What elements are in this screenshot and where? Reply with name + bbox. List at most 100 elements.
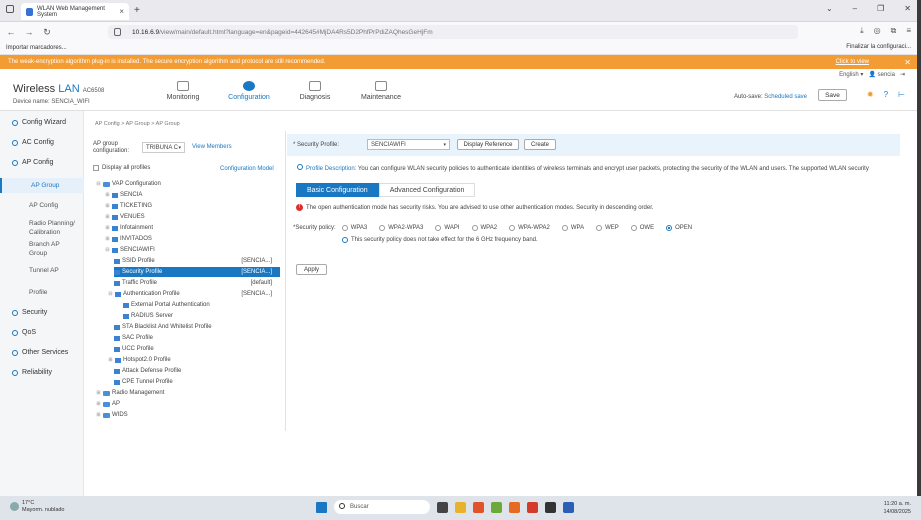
terminal-icon[interactable]	[545, 501, 556, 513]
apply-button[interactable]: Apply	[296, 264, 327, 275]
tab-advanced-configuration[interactable]: Advanced Configuration	[378, 183, 476, 197]
alarm-icon[interactable]: ✹	[867, 90, 874, 99]
clock[interactable]: 11:20 a. m. 14/08/2025	[883, 500, 911, 516]
bookmark-import[interactable]: Importar marcadores...	[6, 45, 67, 51]
radio-wapi[interactable]: WAPI	[435, 225, 460, 231]
windows-start-icon[interactable]	[316, 501, 327, 513]
close-warning-icon[interactable]: ✕	[904, 58, 911, 67]
firefox-icon[interactable]	[509, 501, 520, 513]
sidebar-sub-branch-ap-group[interactable]: Branch AP Group	[0, 240, 70, 258]
radio-wep[interactable]: WEP	[596, 225, 619, 231]
tree-node[interactable]: ⊟ VAP Configuration	[96, 179, 160, 189]
tree-node[interactable]: RADIUS Server	[123, 311, 173, 321]
radio-button-selected[interactable]	[666, 225, 673, 231]
app-icon[interactable]	[527, 501, 538, 513]
sidebar-sub-tunnel-ap[interactable]: Tunnel AP	[0, 266, 84, 275]
radio-owe[interactable]: OWE	[630, 225, 654, 231]
radio-button[interactable]	[509, 225, 516, 231]
save-button[interactable]: Save	[818, 89, 847, 101]
close-tab-icon[interactable]: ×	[119, 7, 124, 16]
radio-button[interactable]	[435, 225, 442, 231]
sidebar-item-reliability[interactable]: Reliability	[0, 369, 84, 376]
tree-node[interactable]: ⊞ WIDS	[96, 410, 127, 420]
tree-node[interactable]: ⊞ VENUES	[105, 212, 144, 222]
sidebar-item-qos[interactable]: QoS	[0, 329, 84, 336]
bookmark-finish-setup[interactable]: Finalizar la configuraci...	[846, 44, 911, 50]
extensions-icon[interactable]: ⧉	[891, 26, 897, 36]
autosave-value[interactable]: Scheduled save	[764, 94, 807, 100]
profile-select[interactable]: SENCIAWIFI ▾	[367, 139, 450, 150]
tree-node[interactable]: SSID Profile [SENCIA...]	[114, 256, 280, 266]
account-icon[interactable]: ◎	[874, 26, 881, 36]
logout-icon[interactable]: ⇥	[900, 72, 905, 78]
tree-node[interactable]: SAC Profile	[114, 333, 153, 343]
tree-node[interactable]: Attack Defense Profile	[114, 366, 181, 376]
menu-icon[interactable]: ≡	[906, 26, 911, 36]
radio-open[interactable]: OPEN	[666, 225, 692, 231]
radio-button[interactable]	[471, 225, 478, 231]
task-view-icon[interactable]	[437, 501, 448, 513]
taskbar-search[interactable]: Buscar	[334, 500, 430, 514]
list-tabs-icon[interactable]: ⌄	[826, 4, 833, 13]
tree-node[interactable]: External Portal Authentication	[123, 300, 210, 310]
user-name[interactable]: sencia	[878, 72, 895, 78]
create-button[interactable]: Create	[524, 139, 556, 150]
tree-node[interactable]: Traffic Profile [default]	[114, 278, 280, 288]
help-icon[interactable]: ?	[884, 90, 888, 99]
group-select[interactable]: TRIBUNA C ▾	[142, 142, 185, 153]
display-reference-button[interactable]: Display Reference	[457, 139, 519, 150]
forward-icon[interactable]: →	[22, 27, 36, 37]
sidebar-sub-radio-planning[interactable]: Radio Planning/ Calibration	[0, 219, 84, 237]
tree-node[interactable]: ⊞ SENCIA	[105, 190, 142, 200]
radio-wpa2-wpa3[interactable]: WPA2-WPA3	[379, 225, 423, 231]
app-icon[interactable]	[491, 501, 502, 513]
minimize-icon[interactable]: –	[853, 4, 857, 13]
tree-node[interactable]: ⊞ Hotspot2.0 Profile	[108, 355, 170, 365]
radio-button[interactable]	[379, 225, 386, 231]
radio-wpa2[interactable]: WPA2	[471, 225, 497, 231]
sidebar-item-ap-config[interactable]: AP Config	[0, 159, 84, 166]
file-explorer-icon[interactable]	[455, 501, 466, 513]
configuration-model-link[interactable]: Configuration Model	[220, 166, 274, 172]
maximize-icon[interactable]: ❐	[877, 4, 884, 13]
sidebar-item-security[interactable]: Security	[0, 309, 84, 316]
sidebar-item-other-services[interactable]: Other Services	[0, 349, 84, 356]
sidebar-sub-ap-group[interactable]: AP Group	[0, 178, 84, 193]
radio-button[interactable]	[596, 225, 603, 231]
tree-node[interactable]: CPE Tunnel Profile	[114, 377, 173, 387]
tree-node[interactable]: ⊞ INVITADOS	[105, 234, 152, 244]
view-members-link[interactable]: View Members	[192, 144, 232, 150]
sidebar-sub-profile[interactable]: Profile	[0, 288, 84, 297]
pin-icon[interactable]: ⊢	[898, 90, 905, 99]
radio-button[interactable]	[561, 225, 568, 231]
tree-node[interactable]: STA Blacklist And Whitelist Profile	[114, 322, 212, 332]
download-icon[interactable]: ⤓	[860, 26, 864, 36]
radio-button[interactable]	[341, 225, 348, 231]
radio-wpa3[interactable]: WPA3	[341, 225, 367, 231]
tree-node[interactable]: ⊞ AP	[96, 399, 120, 409]
browser-tab[interactable]: WLAN Web Management System ×	[21, 3, 129, 20]
radio-wpa-wpa2[interactable]: WPA-WPA2	[509, 225, 550, 231]
menu-diagnosis[interactable]: Diagnosis	[282, 81, 348, 101]
sidebar-item-ac-config[interactable]: AC Config	[0, 139, 84, 146]
tree-node[interactable]: UCC Profile	[114, 344, 154, 354]
sidebar-sub-ap-config[interactable]: AP Config	[0, 201, 84, 210]
tree-node-selected[interactable]: Security Profile [SENCIA...]	[114, 267, 280, 277]
app-icon[interactable]	[563, 501, 574, 513]
close-window-icon[interactable]: ✕	[904, 4, 911, 13]
tree-node[interactable]: ⊞ TICKETING	[105, 201, 152, 211]
weather-widget[interactable]: 17°C Mayorm. nublado	[10, 500, 65, 514]
radio-wpa[interactable]: WPA	[561, 225, 584, 231]
reload-icon[interactable]: ↻	[40, 27, 54, 38]
sidebar-item-config-wizard[interactable]: Config Wizard	[0, 119, 84, 126]
menu-monitoring[interactable]: Monitoring	[150, 81, 216, 101]
tab-basic-configuration[interactable]: Basic Configuration	[296, 183, 379, 197]
tree-node[interactable]: ⊟ Authentication Profile [SENCIA...]	[108, 289, 280, 299]
menu-configuration[interactable]: Configuration	[216, 81, 282, 101]
language-select[interactable]: English	[839, 72, 859, 78]
checkbox[interactable]	[93, 165, 99, 171]
tree-node[interactable]: ⊟ SENCIAWIFI	[105, 245, 154, 255]
new-tab-icon[interactable]: +	[134, 5, 140, 16]
radio-button[interactable]	[630, 225, 637, 231]
tab-overview-icon[interactable]	[6, 5, 14, 13]
